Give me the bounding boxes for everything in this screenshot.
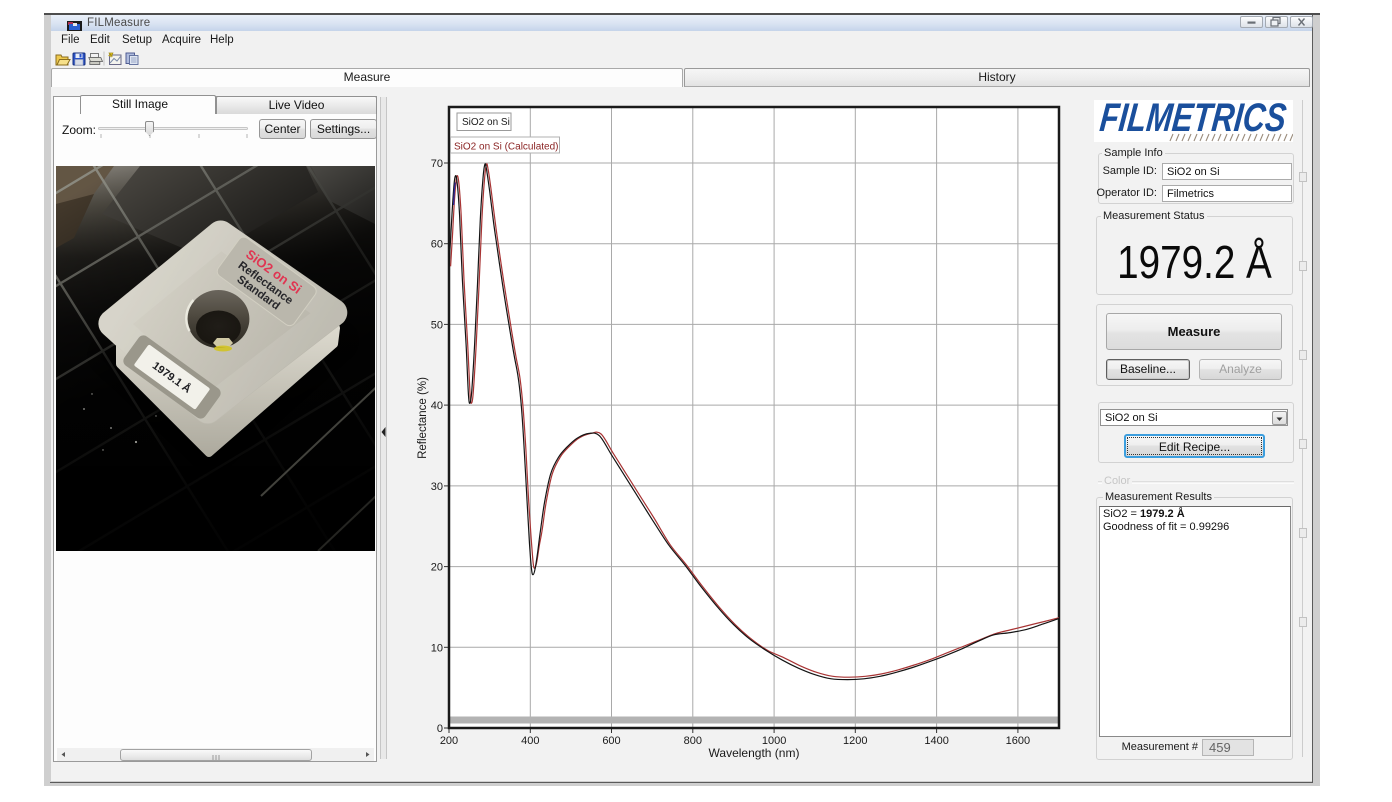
svg-text:30: 30: [431, 481, 443, 493]
svg-text:200: 200: [440, 735, 458, 747]
svg-text:SiO2 on Si: SiO2 on Si: [462, 117, 510, 128]
svg-text:20: 20: [431, 562, 443, 574]
svg-text:1200: 1200: [843, 735, 867, 747]
svg-text:10: 10: [431, 642, 443, 654]
svg-text:1400: 1400: [924, 735, 948, 747]
svg-text:FILMETRICS: FILMETRICS: [1098, 100, 1289, 140]
svg-text:50: 50: [431, 319, 443, 331]
svg-text:40: 40: [431, 400, 443, 412]
svg-text:Wavelength (nm): Wavelength (nm): [709, 746, 800, 760]
svg-text:70: 70: [431, 158, 443, 170]
svg-text:60: 60: [431, 239, 443, 251]
svg-text:0: 0: [437, 723, 443, 735]
svg-text:SiO2 on Si (Calculated): SiO2 on Si (Calculated): [454, 142, 559, 153]
svg-text:600: 600: [602, 735, 620, 747]
svg-text:800: 800: [684, 735, 702, 747]
svg-text:400: 400: [521, 735, 539, 747]
svg-text:1600: 1600: [1006, 735, 1030, 747]
svg-text:Reflectance (%): Reflectance (%): [417, 377, 429, 459]
